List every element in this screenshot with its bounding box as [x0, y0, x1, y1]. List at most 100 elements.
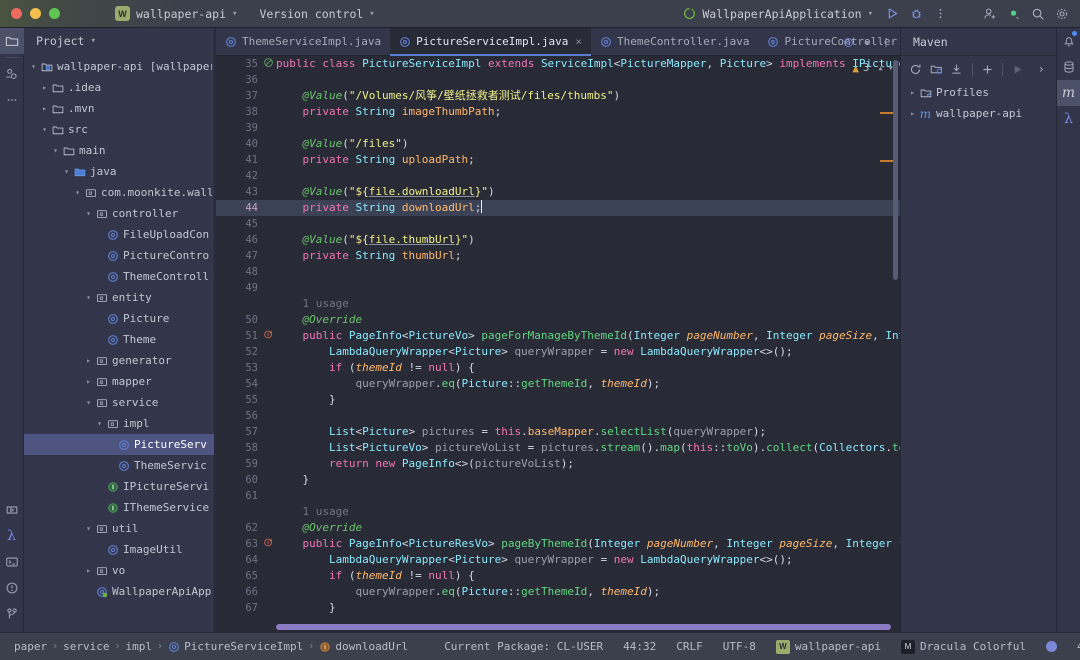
code-line[interactable]: 67 }: [216, 600, 900, 616]
code-line[interactable]: 47 private String thumbUrl;: [216, 248, 900, 264]
code-line[interactable]: 45: [216, 216, 900, 232]
problems-tool-icon[interactable]: [0, 575, 24, 601]
run-icon[interactable]: [1009, 63, 1027, 76]
code-line[interactable]: 51 public PageInfo<PictureVo> pageForMan…: [216, 328, 900, 344]
chevron-down-icon[interactable]: ▾: [83, 398, 94, 407]
maven-icon[interactable]: m: [1056, 80, 1080, 106]
code-line[interactable]: 57 List<Picture> pictures = this.baseMap…: [216, 424, 900, 440]
code-line[interactable]: 54 queryWrapper.eq(Picture::getThemeId, …: [216, 376, 900, 392]
tree-item[interactable]: ▾ impl: [24, 413, 214, 434]
tree-item[interactable]: PictureContro: [24, 245, 214, 266]
tree-item[interactable]: ▸ .idea: [24, 77, 214, 98]
code-line[interactable]: 61: [216, 488, 900, 504]
tree-item[interactable]: PictureServ: [24, 434, 214, 455]
code-line[interactable]: 58 List<PictureVo> pictureVoList = pictu…: [216, 440, 900, 456]
tree-item[interactable]: ▾ service: [24, 392, 214, 413]
project-status[interactable]: W wallpaper-api: [766, 639, 891, 654]
chevron-down-icon[interactable]: ▾: [28, 62, 39, 71]
code-line[interactable]: 46 @Value("${file.thumbUrl}"): [216, 232, 900, 248]
code-viewport[interactable]: 35 public class PictureServiceImpl extend…: [216, 56, 900, 632]
breadcrumb-item[interactable]: PictureServiceImpl: [168, 640, 303, 653]
chevron-right-icon[interactable]: ›: [1033, 62, 1051, 76]
code-line[interactable]: 59 return new PageInfo<>(pictureVoList);: [216, 456, 900, 472]
commit-tool-icon[interactable]: [0, 61, 24, 87]
add-user-icon[interactable]: [978, 3, 1002, 25]
database-icon[interactable]: [1057, 54, 1080, 80]
code-line[interactable]: 44 private String downloadUrl;: [216, 200, 900, 216]
terminal-tool-icon[interactable]: [0, 549, 24, 575]
breadcrumb-item[interactable]: downloadUrl: [319, 640, 408, 653]
debug-button[interactable]: [904, 3, 928, 25]
chevron-down-icon[interactable]: ▾: [858, 36, 876, 49]
code-line[interactable]: 38 private String imageThumbPath;: [216, 104, 900, 120]
chevron-right-icon[interactable]: ▸: [39, 83, 50, 92]
chevron-right-icon[interactable]: ▸: [83, 377, 94, 386]
maven-tree-item[interactable]: ▸ Profiles: [901, 82, 1056, 103]
maven-tree-item[interactable]: ▸ m wallpaper-api: [901, 103, 1056, 124]
chevron-down-icon[interactable]: ▾: [83, 524, 94, 533]
project-selector[interactable]: W wallpaper-api ▾: [108, 3, 244, 25]
editor-tab[interactable]: ThemeController.java: [591, 28, 758, 55]
breadcrumb-item[interactable]: impl: [126, 640, 153, 653]
editor-tab[interactable]: PictureServiceImpl.java ×: [390, 28, 592, 56]
more-tools-icon[interactable]: [0, 87, 24, 113]
code-line[interactable]: 40 @Value("/files"): [216, 136, 900, 152]
chevron-right-icon[interactable]: ▸: [83, 566, 94, 575]
code-line[interactable]: 52 LambdaQueryWrapper<Picture> queryWrap…: [216, 344, 900, 360]
more-vertical-icon[interactable]: [928, 3, 952, 25]
code-line[interactable]: 65 if (themeId != null) {: [216, 568, 900, 584]
tree-item[interactable]: IPictureServi: [24, 476, 214, 497]
run-configuration-selector[interactable]: WallpaperApiApplication ▾: [676, 3, 880, 25]
chevron-down-icon[interactable]: ▾: [83, 293, 94, 302]
maximize-window-button[interactable]: [49, 8, 60, 19]
next-problem-icon[interactable]: ▾: [888, 62, 894, 74]
code-line[interactable]: 35 public class PictureServiceImpl extend…: [216, 56, 900, 72]
code-line[interactable]: 37 @Value("/Volumes/风筝/壁纸拯救者测试/files/thu…: [216, 88, 900, 104]
breadcrumb-item[interactable]: service: [63, 640, 109, 653]
notifications-icon[interactable]: [1057, 28, 1080, 54]
code-content[interactable]: 35 public class PictureServiceImpl extend…: [216, 56, 900, 616]
status-dot-icon[interactable]: [1002, 3, 1026, 25]
tree-item[interactable]: FileUploadCon: [24, 224, 214, 245]
reload-icon[interactable]: [907, 63, 925, 76]
code-line[interactable]: 62 @Override: [216, 520, 900, 536]
tree-item[interactable]: IThemeService: [24, 497, 214, 518]
code-line[interactable]: 53 if (themeId != null) {: [216, 360, 900, 376]
plus-icon[interactable]: [979, 63, 997, 76]
code-line[interactable]: 63 public PageInfo<PictureResVo> pageByT…: [216, 536, 900, 552]
tree-item[interactable]: ThemeServic: [24, 455, 214, 476]
theme-status[interactable]: M Dracula Colorful: [891, 639, 1036, 654]
close-window-button[interactable]: [11, 8, 22, 19]
tree-item[interactable]: ▸ .mvn: [24, 98, 214, 119]
tree-item[interactable]: Picture: [24, 308, 214, 329]
code-line[interactable]: 60 }: [216, 472, 900, 488]
tree-item[interactable]: Theme: [24, 329, 214, 350]
lambda-icon[interactable]: λ: [1057, 106, 1080, 132]
window-controls[interactable]: [0, 8, 60, 19]
project-panel-header[interactable]: Project ▾: [24, 28, 214, 54]
tree-item[interactable]: WallpaperApiApp: [24, 581, 214, 602]
project-tool-icon[interactable]: [0, 28, 24, 54]
lambda-tool-icon[interactable]: λ: [0, 523, 24, 549]
code-line[interactable]: 55 }: [216, 392, 900, 408]
tree-item[interactable]: ThemeControll: [24, 266, 214, 287]
editor-tab[interactable]: ThemeServiceImpl.java: [216, 28, 390, 55]
code-line[interactable]: 48: [216, 264, 900, 280]
chevron-down-icon[interactable]: ▾: [72, 188, 83, 197]
code-line[interactable]: 41 private String uploadPath;: [216, 152, 900, 168]
tree-item[interactable]: ▸ mapper: [24, 371, 214, 392]
prev-problem-icon[interactable]: ▴: [877, 62, 883, 74]
tree-item[interactable]: ImageUtil: [24, 539, 214, 560]
project-tree[interactable]: ▾ wallpaper-api [wallpaper] ▸ .idea ▸ .mvn ▾ sr…: [24, 54, 214, 602]
chevron-down-icon[interactable]: ▾: [83, 209, 94, 218]
code-line[interactable]: 64 LambdaQueryWrapper<Picture> queryWrap…: [216, 552, 900, 568]
search-icon[interactable]: [1026, 3, 1050, 25]
tree-item[interactable]: ▸ generator: [24, 350, 214, 371]
chevron-down-icon[interactable]: ▾: [39, 125, 50, 134]
run-button[interactable]: [880, 3, 904, 25]
vertical-scrollbar[interactable]: [893, 60, 898, 280]
cursor-position-status[interactable]: 44:32: [613, 640, 666, 653]
code-line[interactable]: 66 queryWrapper.eq(Picture::getThemeId, …: [216, 584, 900, 600]
breadcrumb[interactable]: paper › service › impl › PictureServiceImpl › do…: [0, 640, 408, 653]
code-line[interactable]: 56: [216, 408, 900, 424]
